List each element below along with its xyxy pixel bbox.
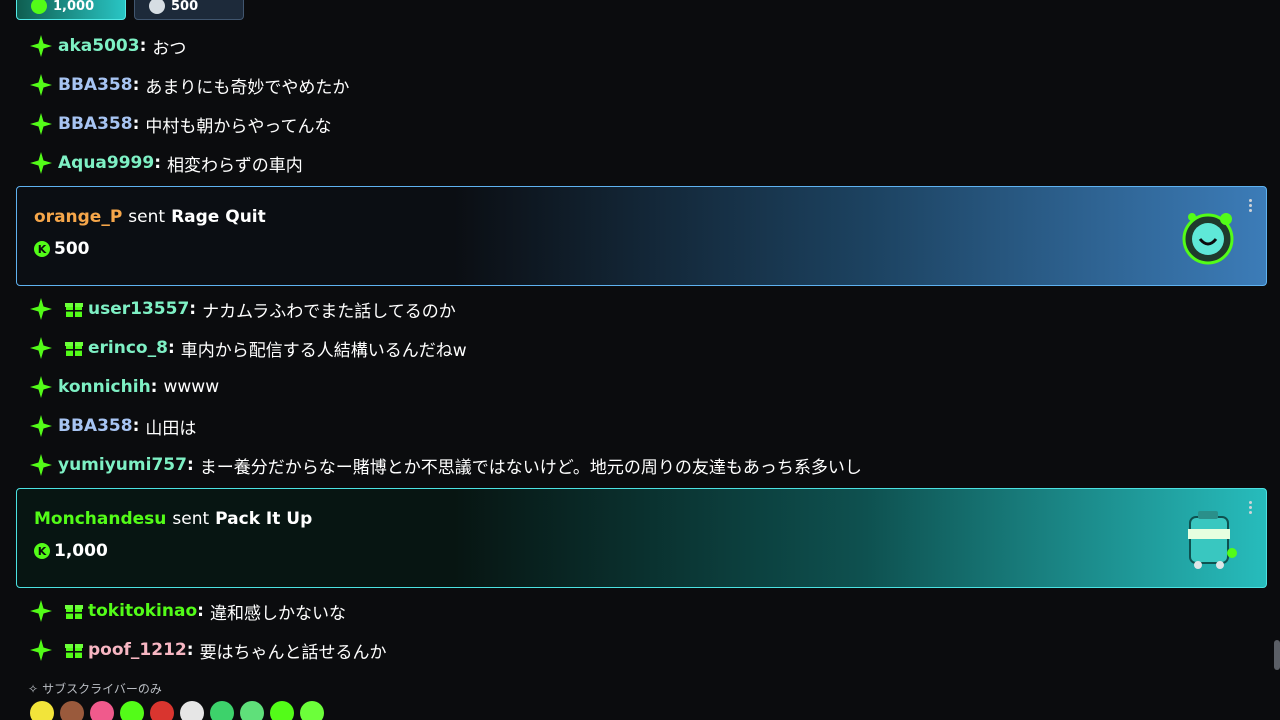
gift-tiles-bar: 1,000 500 bbox=[16, 0, 244, 20]
sparkle-badge-icon bbox=[28, 296, 54, 322]
chat-username[interactable]: aka5003 bbox=[58, 36, 140, 56]
chat-username[interactable]: poof_1212 bbox=[88, 640, 187, 660]
green-grin-emote[interactable] bbox=[210, 701, 234, 720]
username-separator: : bbox=[197, 601, 204, 621]
subscriber-only-label: サブスクライバーのみ bbox=[42, 682, 162, 696]
chat-username[interactable]: konnichih bbox=[58, 377, 151, 397]
username-separator: : bbox=[132, 75, 140, 95]
username-separator: : bbox=[132, 114, 140, 134]
sparkle-badge-icon bbox=[28, 150, 54, 176]
gift-amount: 1,000 bbox=[54, 541, 108, 561]
chat-message-text: 中村も朝からやってんな bbox=[145, 116, 332, 137]
chat-message-text: 相変わらずの車内 bbox=[167, 155, 303, 176]
chat-message-text: 違和感しかないな bbox=[209, 603, 346, 624]
sparkle-badge-icon bbox=[28, 335, 54, 361]
gift-badge-icon bbox=[64, 338, 84, 358]
sparkle-badge-icon bbox=[28, 598, 54, 624]
sparkle-badge-icon bbox=[28, 413, 54, 439]
chat-message-text: 山田は bbox=[145, 418, 197, 439]
yellow-face-emote[interactable] bbox=[30, 701, 54, 720]
angry-red-emote[interactable] bbox=[150, 701, 174, 720]
tile-amount: 500 bbox=[171, 0, 199, 14]
gift-tile-1000[interactable]: 1,000 bbox=[16, 0, 126, 20]
chat-message-text: あまりにも奇妙でやめたか bbox=[145, 77, 350, 98]
gift-amount: 500 bbox=[54, 239, 90, 259]
chat-message-text: 車内から配信する人結構いるんだねw bbox=[180, 340, 467, 361]
green-wink-emote[interactable] bbox=[240, 701, 264, 720]
pink-cat-emote[interactable] bbox=[90, 701, 114, 720]
chat-message[interactable]: tokitokinao: 違和感しかないな bbox=[28, 597, 346, 625]
username-separator: : bbox=[139, 36, 147, 56]
gift-item-name: Pack It Up bbox=[215, 509, 313, 529]
chat-message-text: 要はちゃんと話せるんか bbox=[199, 642, 387, 663]
chat-username[interactable]: erinco_8 bbox=[88, 338, 168, 358]
tile-amount: 1,000 bbox=[53, 0, 95, 14]
chat-message-text: ナカムラふわでまた話してるのか bbox=[202, 301, 456, 322]
chat-username[interactable]: Aqua9999 bbox=[58, 153, 154, 173]
chat-message[interactable]: user13557: ナカムラふわでまた話してるのか bbox=[28, 295, 456, 323]
chat-message[interactable]: konnichih: wwww bbox=[28, 373, 219, 401]
subscriber-only-section: ✧ サブスクライバーのみ bbox=[28, 680, 162, 697]
scrollbar-thumb[interactable] bbox=[1274, 640, 1280, 670]
green-coin-icon bbox=[31, 0, 47, 14]
gift-sender[interactable]: Monchandesu bbox=[34, 509, 166, 529]
chat-message[interactable]: yumiyumi757: まー養分だからなー賭博とか不思議ではないけど。地元の周り… bbox=[28, 451, 862, 479]
sparkle-icon: ✧ bbox=[28, 681, 39, 696]
username-separator: : bbox=[186, 455, 194, 475]
sparkle-badge-icon bbox=[28, 452, 54, 478]
gift-badge-icon bbox=[64, 601, 84, 621]
angel-emote[interactable] bbox=[120, 701, 144, 720]
gift-notification-pack-it-up: Monchandesu sent Pack It Up K 1,000 bbox=[16, 488, 1267, 588]
gift-badge-icon bbox=[64, 299, 84, 319]
gift-badge-icon bbox=[64, 640, 84, 660]
chat-message[interactable]: BBA358: 中村も朝からやってんな bbox=[28, 110, 332, 138]
skull-emote[interactable] bbox=[180, 701, 204, 720]
chat-message-text: まー養分だからなー賭博とか不思議ではないけど。地元の周りの友達もあっち系多いし bbox=[199, 457, 862, 478]
chat-username[interactable]: tokitokinao bbox=[88, 601, 197, 621]
chat-message-text: おつ bbox=[152, 38, 187, 59]
gift-tile-500[interactable]: 500 bbox=[134, 0, 244, 20]
gift-item-name: Rage Quit bbox=[171, 207, 266, 227]
kick-coin-icon: K bbox=[34, 241, 50, 257]
green-frog-emote[interactable] bbox=[270, 701, 294, 720]
sparkle-badge-icon bbox=[28, 374, 54, 400]
username-separator: : bbox=[167, 338, 175, 358]
chat-message[interactable]: BBA358: あまりにも奇妙でやめたか bbox=[28, 71, 349, 99]
username-separator: : bbox=[154, 153, 162, 173]
chat-username[interactable]: yumiyumi757 bbox=[58, 455, 187, 475]
sparkle-badge-icon bbox=[28, 637, 54, 663]
more-options-icon[interactable] bbox=[1249, 199, 1252, 212]
gift-sender[interactable]: orange_P bbox=[34, 207, 122, 227]
sparkle-badge-icon bbox=[28, 33, 54, 59]
chat-username[interactable]: BBA358 bbox=[58, 75, 133, 95]
gift-verb: sent bbox=[128, 207, 166, 227]
chat-message[interactable]: poof_1212: 要はちゃんと話せるんか bbox=[28, 636, 387, 664]
sparkle-badge-icon bbox=[28, 111, 54, 137]
username-separator: : bbox=[150, 377, 158, 397]
man-face-emote[interactable] bbox=[60, 701, 84, 720]
kick-coin-icon: K bbox=[34, 543, 50, 559]
more-options-icon[interactable] bbox=[1249, 501, 1252, 514]
sparkle-badge-icon bbox=[28, 72, 54, 98]
emote-picker-row bbox=[30, 701, 324, 720]
suitcase-art-icon bbox=[1188, 511, 1237, 569]
username-separator: : bbox=[186, 640, 194, 660]
chat-message[interactable]: BBA358: 山田は bbox=[28, 412, 196, 440]
chat-message[interactable]: aka5003: おつ bbox=[28, 32, 186, 60]
chat-username[interactable]: user13557 bbox=[88, 299, 189, 319]
chat-message[interactable]: erinco_8: 車内から配信する人結構いるんだねw bbox=[28, 334, 467, 362]
username-separator: : bbox=[132, 416, 140, 436]
gift-notification-rage-quit: orange_P sent Rage Quit K 500 bbox=[16, 186, 1267, 286]
chat-username[interactable]: BBA358 bbox=[58, 416, 133, 436]
chat-username[interactable]: BBA358 bbox=[58, 114, 133, 134]
green-blob-emote[interactable] bbox=[300, 701, 324, 720]
gift-verb: sent bbox=[172, 509, 210, 529]
chat-message-text: wwww bbox=[163, 377, 220, 397]
username-separator: : bbox=[189, 299, 197, 319]
chat-message[interactable]: Aqua9999: 相変わらずの車内 bbox=[28, 149, 303, 177]
silver-coin-icon bbox=[149, 0, 165, 14]
rage-quit-art-icon bbox=[1182, 213, 1234, 265]
